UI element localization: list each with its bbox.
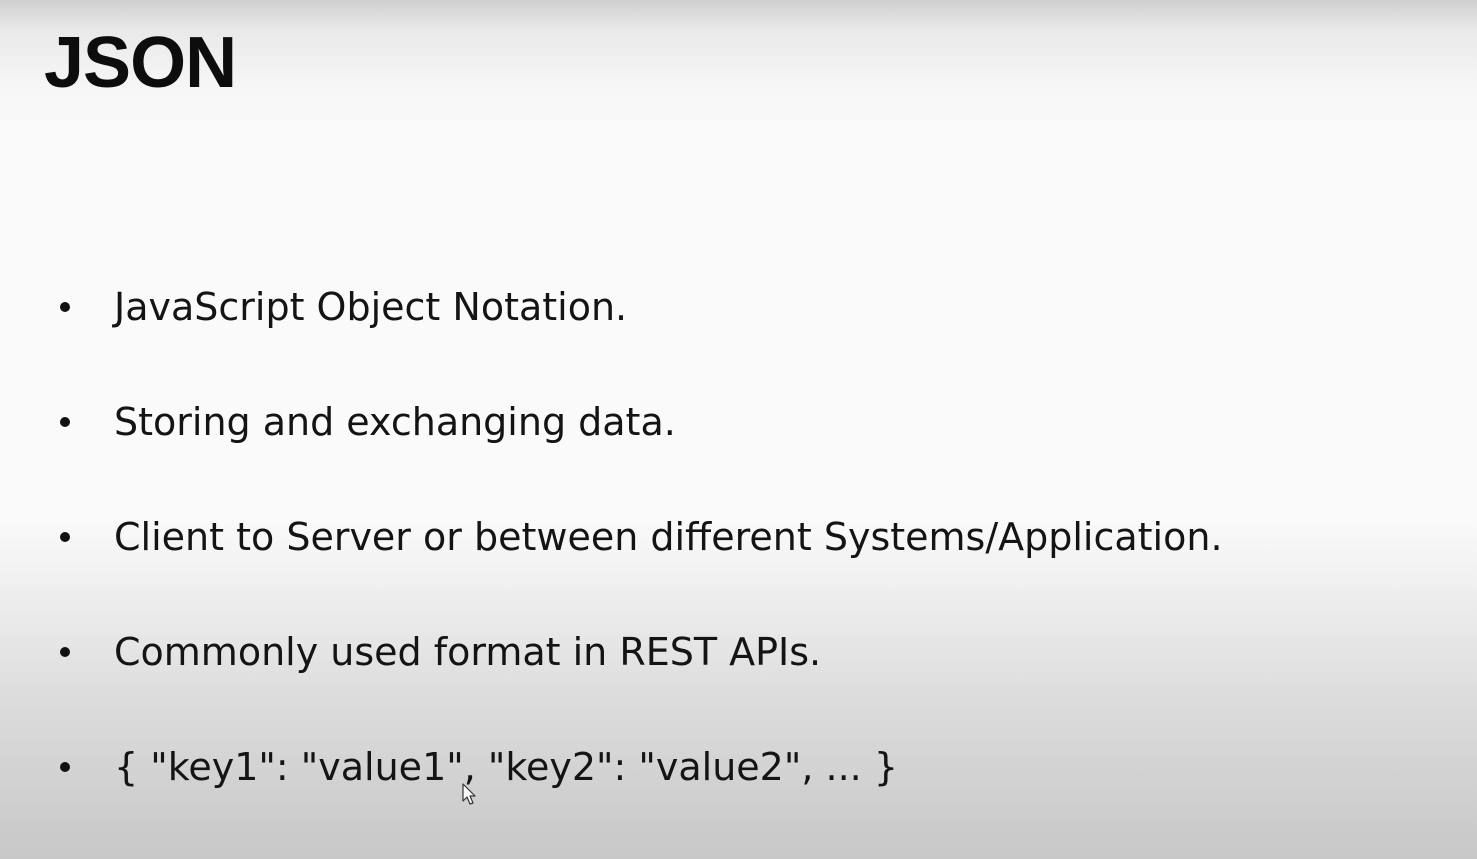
bullet-item: Commonly used format in REST APIs. (60, 627, 821, 677)
bullet-text: Storing and exchanging data. (114, 400, 676, 444)
bullet-dot-icon (60, 532, 70, 542)
bullet-item: Client to Server or between different Sy… (60, 512, 1223, 562)
bullet-item: { "key1": "value1", "key2": "value2", ..… (60, 742, 898, 792)
bullet-dot-icon (60, 647, 70, 657)
bullet-text: JavaScript Object Notation. (114, 285, 628, 329)
bullet-item: Storing and exchanging data. (60, 397, 676, 447)
bullet-dot-icon (60, 302, 70, 312)
bullet-text: { "key1": "value1", "key2": "value2", ..… (114, 745, 898, 789)
bullet-dot-icon (60, 417, 70, 427)
bullet-list: JavaScript Object Notation. Storing and … (0, 0, 1477, 859)
bullet-text: Client to Server or between different Sy… (114, 515, 1223, 559)
bullet-item: JavaScript Object Notation. (60, 282, 627, 332)
bullet-text: Commonly used format in REST APIs. (114, 630, 822, 674)
bullet-dot-icon (60, 762, 70, 772)
presentation-slide: JSON JavaScript Object Notation. Storing… (0, 0, 1477, 859)
mouse-pointer-icon (462, 783, 476, 805)
